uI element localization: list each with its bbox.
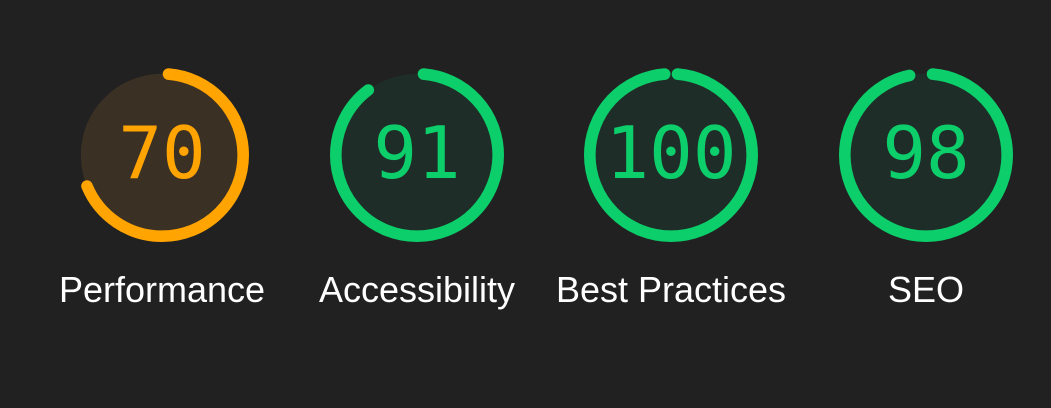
gauge-best-practices[interactable]: 100 Best Practices — [544, 68, 798, 316]
score-ring: 70 — [75, 68, 249, 242]
gauge-accessibility[interactable]: 91 Accessibility — [290, 68, 544, 316]
gauge-performance[interactable]: 70 Performance — [35, 68, 289, 316]
score-ring: 98 — [839, 68, 1013, 242]
score-value: 98 — [882, 112, 969, 196]
category-label: Best Practices — [555, 269, 787, 310]
score-value: 100 — [606, 112, 737, 196]
category-label: SEO — [887, 269, 965, 310]
score-value: 70 — [118, 112, 205, 196]
score-ring: 91 — [330, 68, 504, 242]
category-scores: 70 Performance 91 Accessibility 100 Best… — [0, 0, 1051, 408]
category-label: Accessibility — [318, 269, 516, 310]
gauge-seo[interactable]: 98 SEO — [799, 68, 1051, 316]
score-ring: 100 — [584, 68, 758, 242]
category-label: Performance — [58, 269, 266, 310]
score-value: 91 — [373, 112, 460, 196]
